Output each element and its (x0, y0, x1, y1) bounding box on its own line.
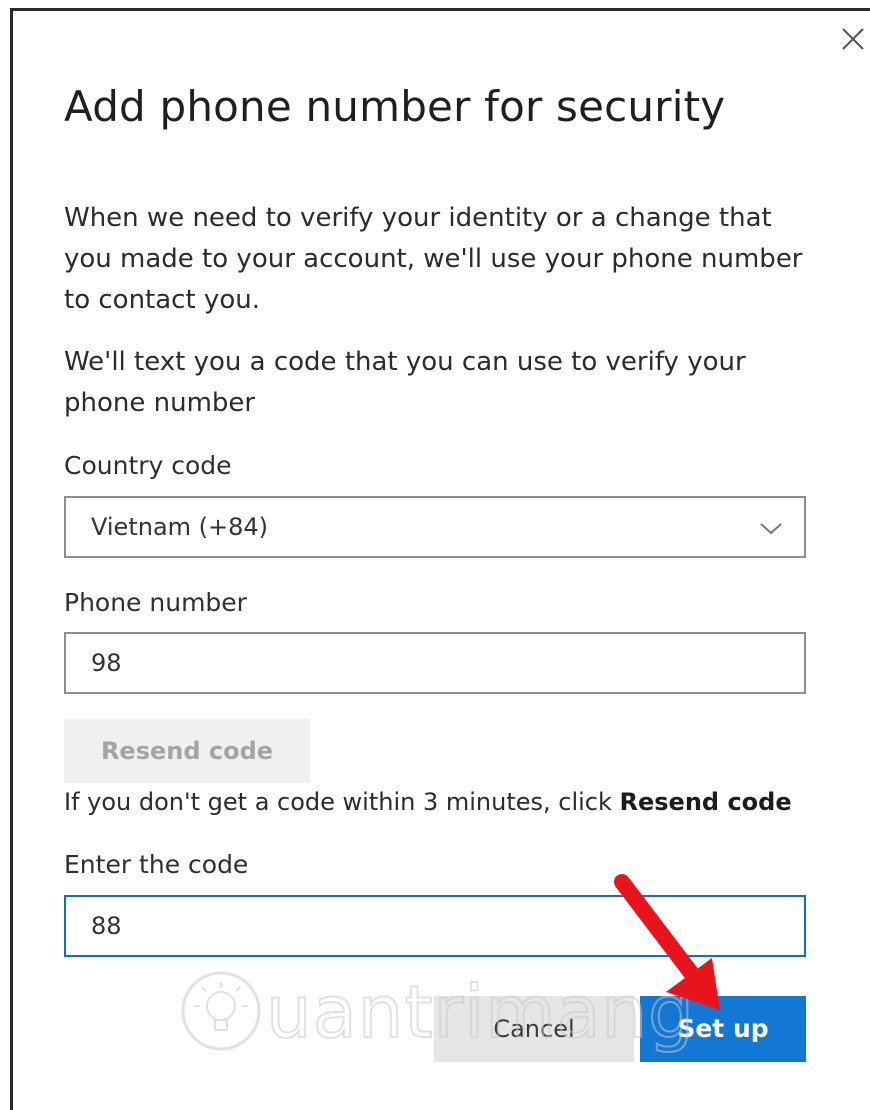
close-icon (842, 28, 864, 50)
phone-number-value: 98 (91, 649, 122, 677)
cancel-button[interactable]: Cancel (434, 996, 634, 1062)
resend-code-button[interactable]: Resend code (64, 719, 310, 783)
resend-code-label: Resend code (100, 737, 274, 765)
dialog-description: When we need to verify your identity or … (64, 203, 803, 315)
verification-code-input[interactable]: 88 (64, 895, 806, 957)
sms-note: We'll text you a code that you can use t… (64, 347, 746, 418)
dialog-border-top (10, 8, 870, 11)
enter-code-label: Enter the code (64, 850, 249, 879)
resend-hint-text: If you don't get a code within 3 minutes… (64, 788, 620, 816)
dialog-border-left (10, 8, 13, 1110)
phone-number-input[interactable]: 98 (64, 632, 806, 694)
dialog: Add phone number for security When we ne… (0, 0, 870, 1110)
lightbulb-icon (181, 971, 261, 1051)
dialog-title: Add phone number for security (64, 82, 726, 131)
country-code-label: Country code (64, 451, 232, 480)
resend-hint: If you don't get a code within 3 minutes… (64, 788, 792, 816)
set-up-label: Set up (677, 1014, 769, 1043)
close-button[interactable] (838, 24, 868, 54)
country-code-value: Vietnam (+84) (91, 513, 269, 541)
cancel-label: Cancel (493, 1015, 575, 1043)
set-up-button[interactable]: Set up (640, 996, 806, 1062)
resend-hint-link[interactable]: Resend code (620, 788, 792, 816)
verification-code-value: 88 (91, 912, 122, 940)
country-code-select[interactable]: Vietnam (+84) (64, 496, 806, 558)
phone-number-label: Phone number (64, 588, 247, 617)
chevron-down-icon (760, 523, 782, 535)
